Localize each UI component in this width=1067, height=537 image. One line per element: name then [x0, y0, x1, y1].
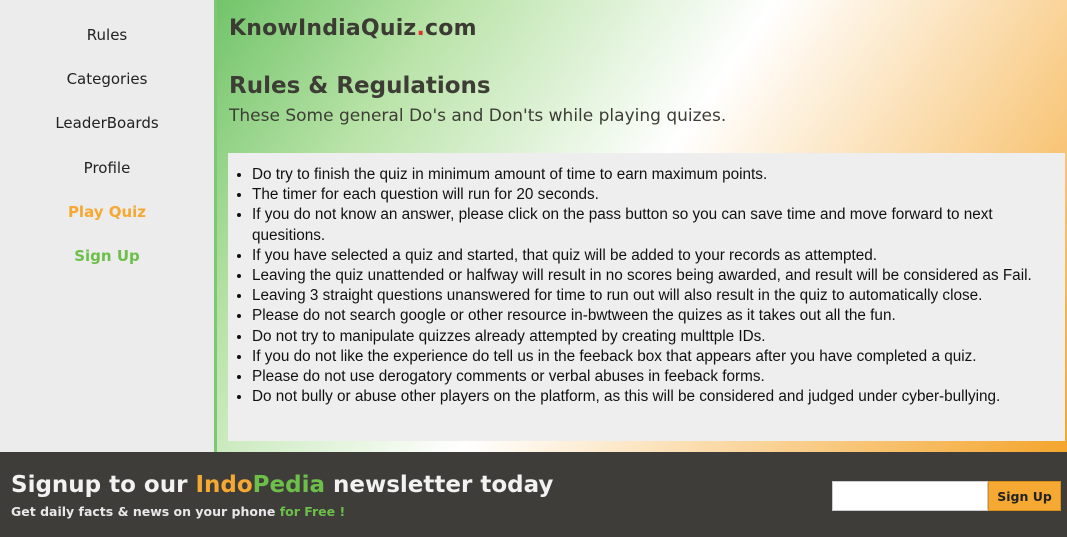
rule-item: Do try to finish the quiz in minimum amo…	[252, 165, 1055, 185]
rule-item: Please do not use derogatory comments or…	[252, 367, 1055, 387]
main-content: KnowIndiaQuiz.com Rules & Regulations Th…	[214, 0, 1067, 452]
rule-item: Please do not search google or other res…	[252, 306, 1055, 326]
indopedia-brand-indo: Indo	[195, 472, 253, 498]
rule-item: If you have selected a quiz and started,…	[252, 246, 1055, 266]
rule-item: Do not bully or abuse other players on t…	[252, 387, 1055, 407]
rules-list: Do try to finish the quiz in minimum amo…	[252, 165, 1055, 407]
rule-item: If you do not know an answer, please cli…	[252, 205, 1055, 245]
indopedia-brand-pedia: Pedia	[252, 472, 325, 498]
rule-item: The timer for each question will run for…	[252, 185, 1055, 205]
page-subtitle: These Some general Do's and Don'ts while…	[229, 106, 727, 126]
sidebar: Rules Categories LeaderBoards Profile Pl…	[0, 0, 214, 452]
page-title: Rules & Regulations	[229, 73, 491, 99]
sidebar-item-profile[interactable]: Profile	[0, 159, 214, 177]
newsletter-signup-button[interactable]: Sign Up	[988, 481, 1061, 511]
rule-item: Leaving the quiz unattended or halfway w…	[252, 266, 1055, 286]
tagline-text: Get daily facts & news on your phone	[11, 504, 280, 519]
newsletter-headline: Signup to our IndoPedia newsletter today	[11, 472, 553, 498]
brand-tld: com	[425, 16, 477, 41]
newsletter-email-input[interactable]	[832, 481, 988, 511]
tagline-free: for Free !	[279, 504, 346, 519]
headline-text-end: newsletter today	[325, 472, 554, 498]
rules-panel: Do try to finish the quiz in minimum amo…	[228, 153, 1065, 441]
brand-name: KnowIndiaQuiz	[229, 16, 417, 41]
sidebar-item-play-quiz[interactable]: Play Quiz	[0, 203, 214, 221]
brand-dot: .	[416, 16, 426, 41]
rule-item: Do not try to manipulate quizzes already…	[252, 327, 1055, 347]
sidebar-item-leaderboards[interactable]: LeaderBoards	[0, 114, 214, 132]
sidebar-item-categories[interactable]: Categories	[0, 70, 214, 88]
rule-item: If you do not like the experience do tel…	[252, 347, 1055, 367]
sidebar-item-sign-up[interactable]: Sign Up	[0, 247, 214, 265]
rule-item: Leaving 3 straight questions unanswered …	[252, 286, 1055, 306]
sidebar-item-rules[interactable]: Rules	[0, 26, 214, 44]
newsletter-footer: Signup to our IndoPedia newsletter today…	[0, 452, 1067, 537]
newsletter-tagline: Get daily facts & news on your phone for…	[11, 504, 345, 519]
site-logo[interactable]: KnowIndiaQuiz.com	[229, 16, 477, 41]
headline-text: Signup to our	[11, 472, 196, 498]
